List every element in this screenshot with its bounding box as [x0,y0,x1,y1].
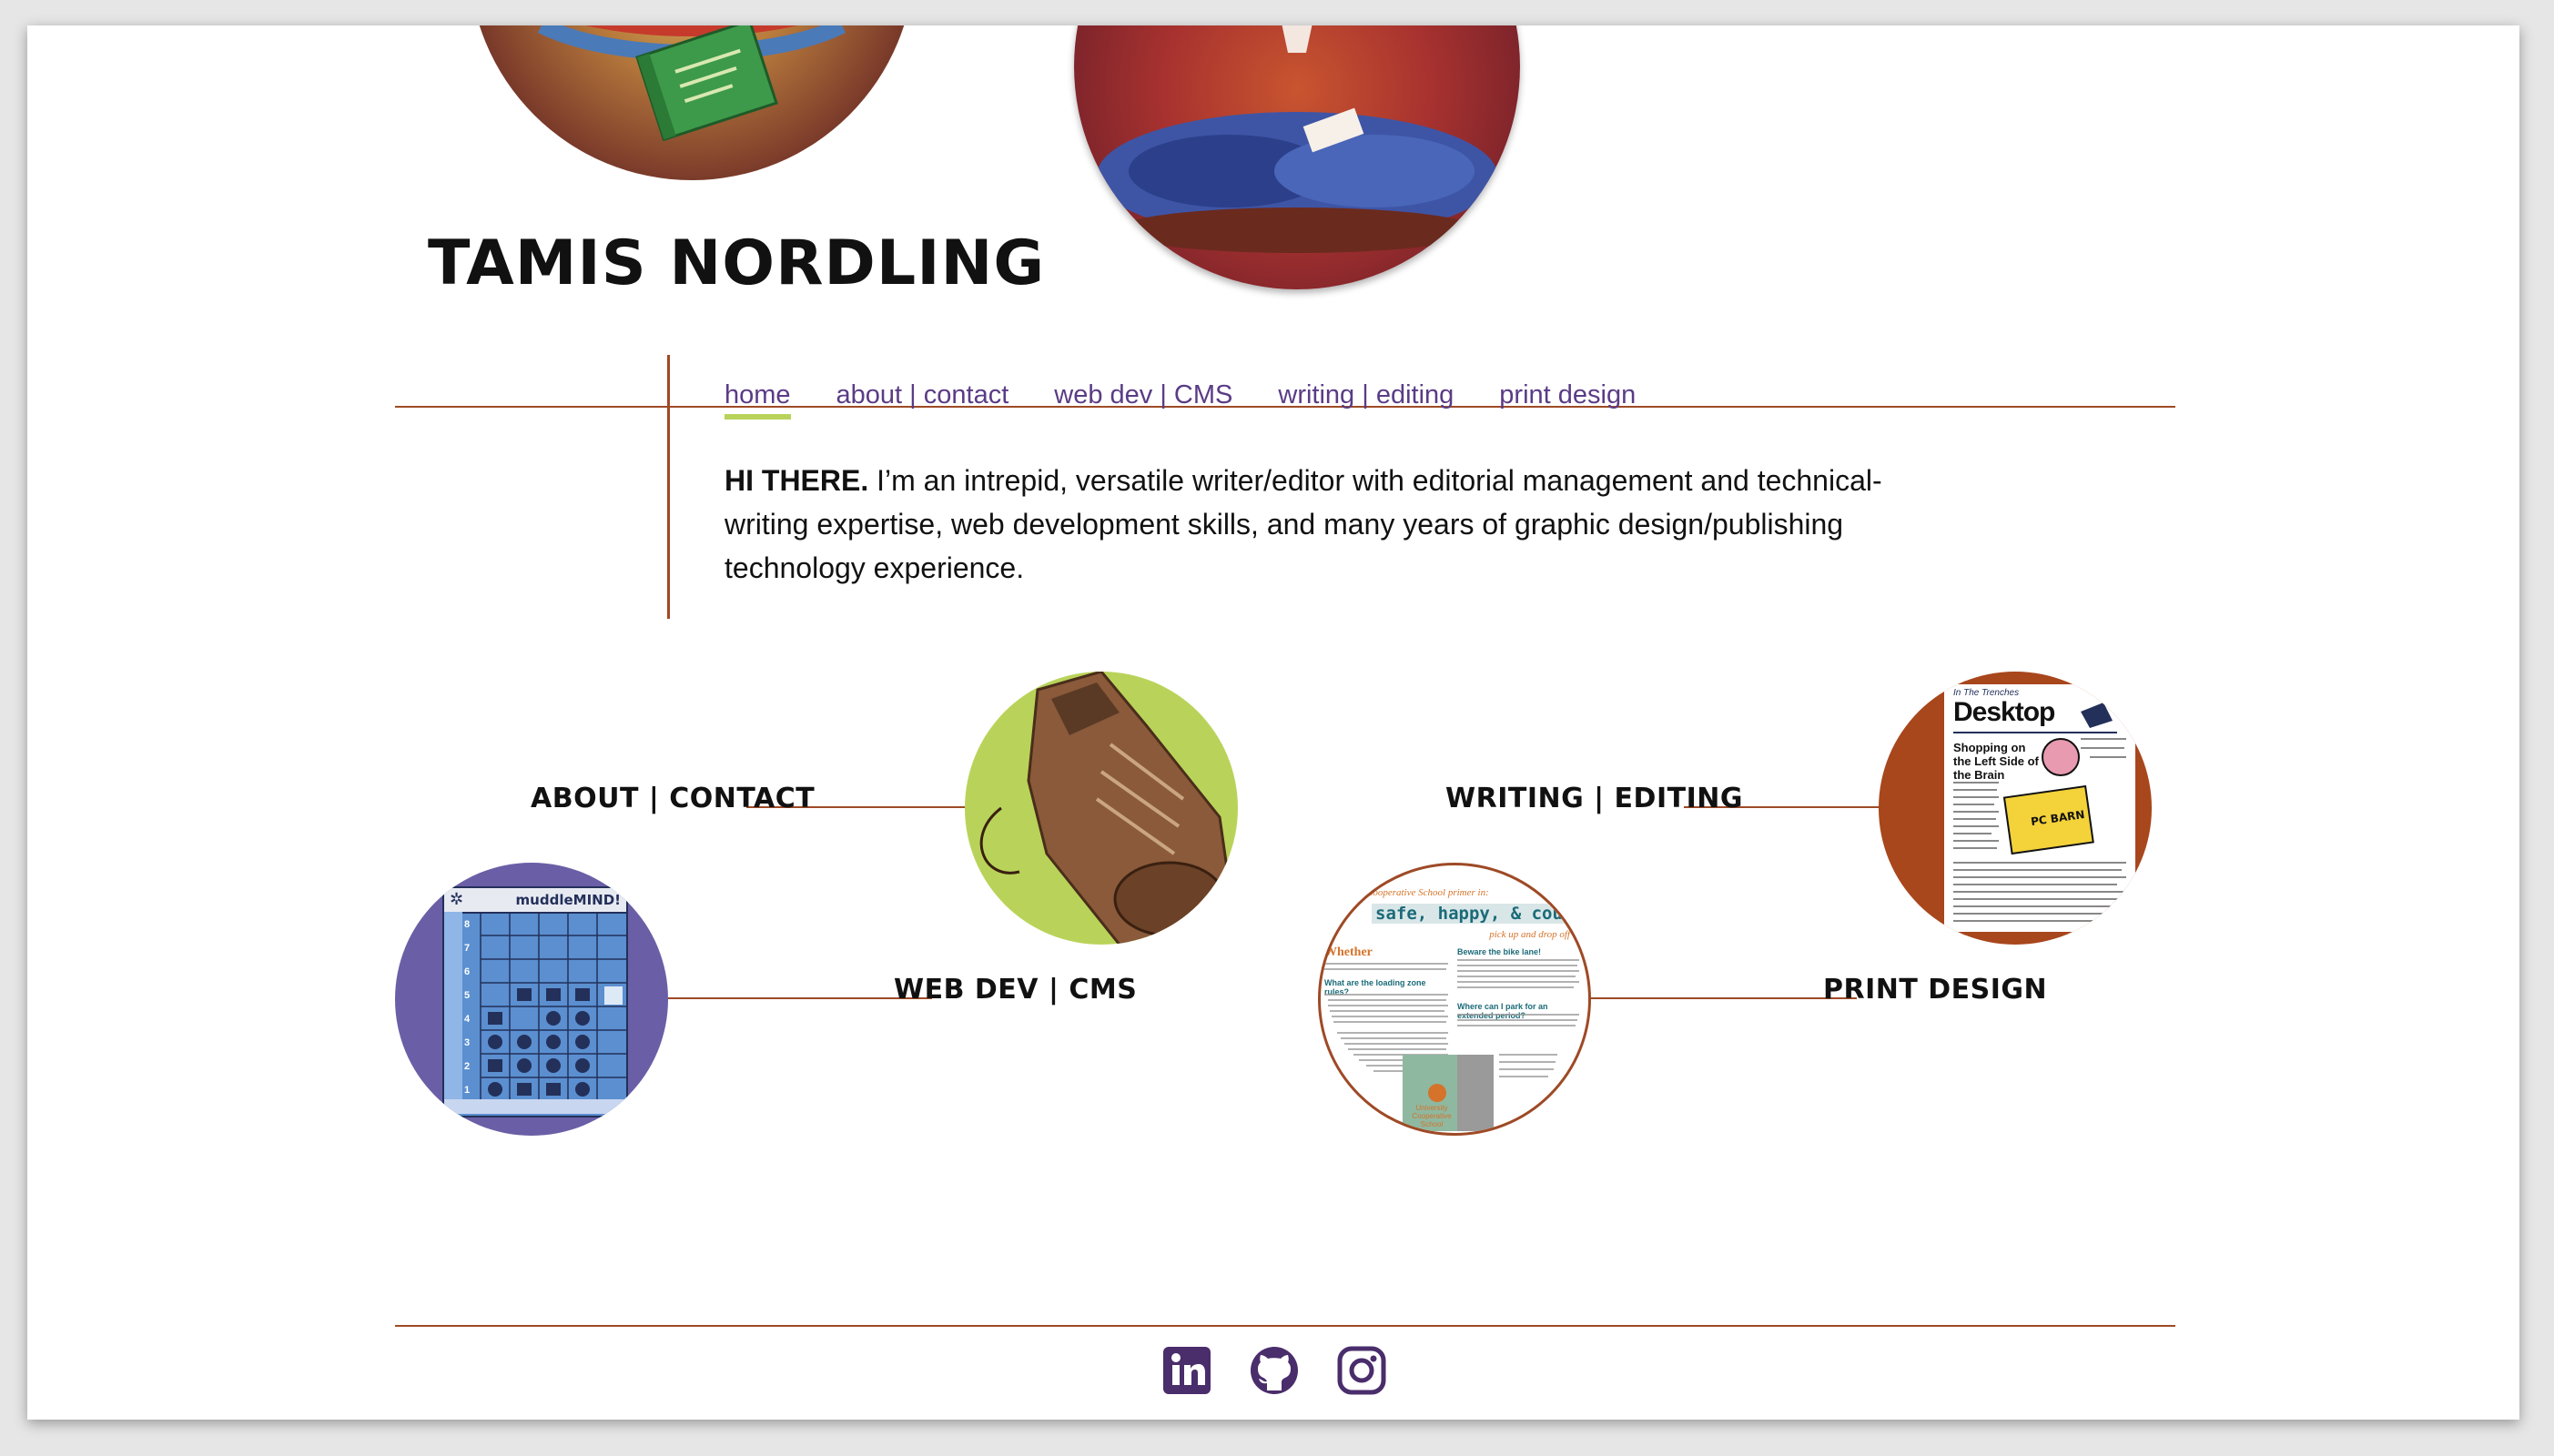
muddlemind-board: ✲ muddleMIND! 8 7 6 5 4 3 2 1 [442,886,628,1117]
pc-barn-cartoon [2002,703,2113,855]
section-writing-editing[interactable]: WRITING | EDITING [1445,783,1743,814]
section-print-design[interactable]: PRINT DESIGN [1823,974,2047,1006]
nav-writing-editing[interactable]: writing | editing [1278,380,1454,420]
intro-vertical-rule [667,355,670,619]
section-web-dev-cms[interactable]: WEB DEV | CMS [894,974,1137,1006]
section-about-contact[interactable]: ABOUT | CONTACT [531,783,815,814]
site-title: TAMIS NORDLING [428,228,1046,299]
desktop-article: In The Trenches Desktop Shopping on the … [1944,684,2135,932]
linkedin-icon[interactable] [1161,1345,1212,1396]
row-number: 1 [464,1085,471,1096]
github-icon[interactable] [1249,1345,1300,1396]
writer-illustration [1097,25,1497,253]
boot-illustration [979,672,1231,945]
intro-lead: HI THERE. [725,464,869,497]
muddlemind-title: muddleMIND! [515,892,621,908]
row-number: 5 [464,990,471,1001]
row-number: 7 [464,943,471,954]
instagram-icon[interactable] [1336,1345,1387,1396]
page-frame: TAMIS NORDLING home about | contact web … [27,25,2519,1420]
row-number: 4 [464,1014,471,1025]
about-contact-image[interactable] [965,672,1238,945]
web-dev-cms-image[interactable]: ✲ muddleMIND! 8 7 6 5 4 3 2 1 [395,863,668,1136]
writing-editing-image[interactable]: In The Trenches Desktop Shopping on the … [1879,672,2152,945]
gear-icon: ✲ [450,890,464,909]
desktop-body-text [1953,703,2126,922]
intro-text: I’m an intrepid, versatile writer/editor… [725,464,1882,584]
brochure-body-text [1324,959,1579,1131]
row-number: 2 [464,1061,471,1072]
intro-paragraph: HI THERE. I’m an intrepid, versatile wri… [725,459,1935,590]
muddlemind-titlebar: ✲ muddleMIND! [444,888,626,914]
print-design-image[interactable]: Cooperative School primer in: safe, happ… [1318,863,1591,1136]
nav-about-contact[interactable]: about | contact [836,380,1009,420]
brochure-footer: University Cooperative School [1412,1104,1452,1128]
book-illustration [537,25,846,142]
painting-disc-right [1074,25,1520,289]
muddlemind-row-numbers: 8 7 6 5 4 3 2 1 [464,919,479,1108]
nav-home[interactable]: home [725,380,791,420]
webdev-connector [668,997,932,999]
nav-print-design[interactable]: print design [1499,380,1636,420]
row-number: 6 [464,966,471,977]
nav-web-dev-cms[interactable]: web dev | CMS [1054,380,1232,420]
painting-disc-left [469,25,915,180]
row-number: 3 [464,1037,471,1048]
main-nav: home about | contact web dev | CMS writi… [725,380,1636,420]
row-number: 8 [464,919,471,930]
print-connector [1584,997,1857,999]
footer-rule [395,1325,2175,1327]
